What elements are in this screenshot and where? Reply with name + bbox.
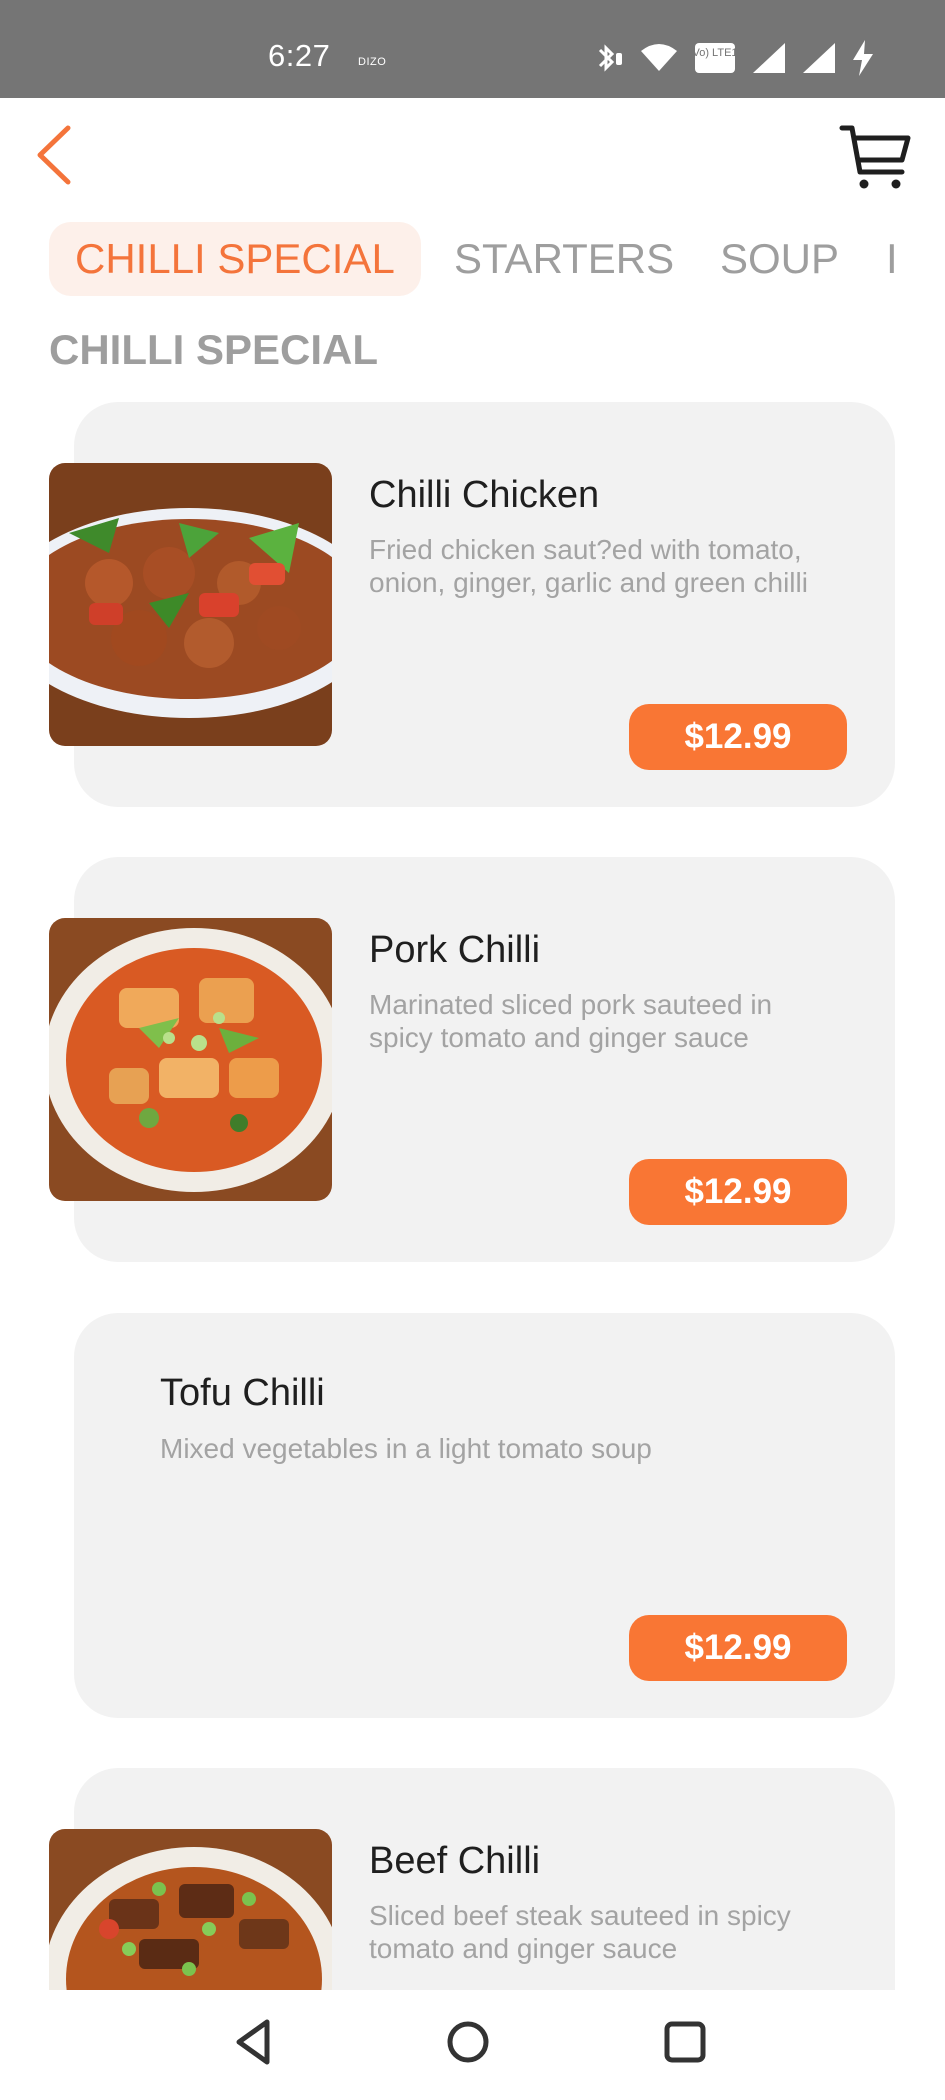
dish-name: Pork Chilli [369, 929, 541, 971]
dish-description: spicy tomato and ginger sauce [369, 1022, 749, 1053]
dish-description: Marinated sliced pork sauteed in [369, 989, 773, 1020]
volte-icon: Vo) LTE1 [693, 41, 737, 75]
status-icons: Vo) LTE1 [591, 40, 875, 76]
carrier-label: DIZO [358, 56, 387, 68]
dish-name: Chilli Chicken [369, 474, 600, 516]
cart-icon [838, 125, 914, 198]
cart-button[interactable] [838, 118, 914, 194]
back-button[interactable] [30, 122, 80, 188]
price-button[interactable]: $12.99 [629, 1615, 847, 1681]
back-triangle-icon [225, 2019, 285, 2076]
tab-soup[interactable]: SOUP [720, 222, 839, 296]
nav-recents-button[interactable] [655, 2012, 715, 2072]
dish-description: onion, ginger, garlic and green chilli [369, 567, 808, 598]
section-title: CHILLI SPECIAL [49, 326, 379, 373]
charging-icon [851, 40, 875, 76]
category-tabs: CHILLI SPECIAL STARTERS SOUP I [49, 222, 895, 296]
dish-description: Fried chicken saut?ed with tomato, [369, 534, 802, 565]
dish-name: Beef Chilli [369, 1840, 541, 1882]
price-button[interactable]: $12.99 [629, 704, 847, 770]
dish-image [49, 1829, 332, 1990]
tab-starters[interactable]: STARTERS [454, 222, 674, 296]
volte-label: Vo) LTE1 [693, 47, 737, 59]
dish-description: Mixed vegetables in a light tomato soup [160, 1433, 652, 1464]
signal-icon [801, 41, 837, 75]
dish-image [49, 463, 332, 746]
dish-description: tomato and ginger sauce [369, 1933, 678, 1964]
signal-icon [751, 41, 787, 75]
recents-square-icon [655, 2021, 715, 2076]
tab-partial[interactable]: I [886, 222, 895, 296]
nav-back-button[interactable] [225, 2012, 285, 2072]
bluetooth-icon [591, 41, 625, 75]
price-button[interactable]: $12.99 [629, 1159, 847, 1225]
dish-name: Tofu Chilli [160, 1372, 325, 1414]
home-circle-icon [438, 2021, 498, 2076]
system-nav-bar [0, 1990, 945, 2100]
chevron-left-icon [30, 125, 80, 192]
wifi-icon [639, 41, 679, 75]
dish-description: Sliced beef steak sauteed in spicy [369, 1900, 791, 1931]
status-bar: 6:27 DIZO Vo) LTE1 [0, 0, 945, 98]
status-time: 6:27 [268, 38, 331, 73]
tab-chilli-special[interactable]: CHILLI SPECIAL [49, 222, 421, 296]
nav-home-button[interactable] [438, 2012, 498, 2072]
dish-image [49, 918, 332, 1201]
